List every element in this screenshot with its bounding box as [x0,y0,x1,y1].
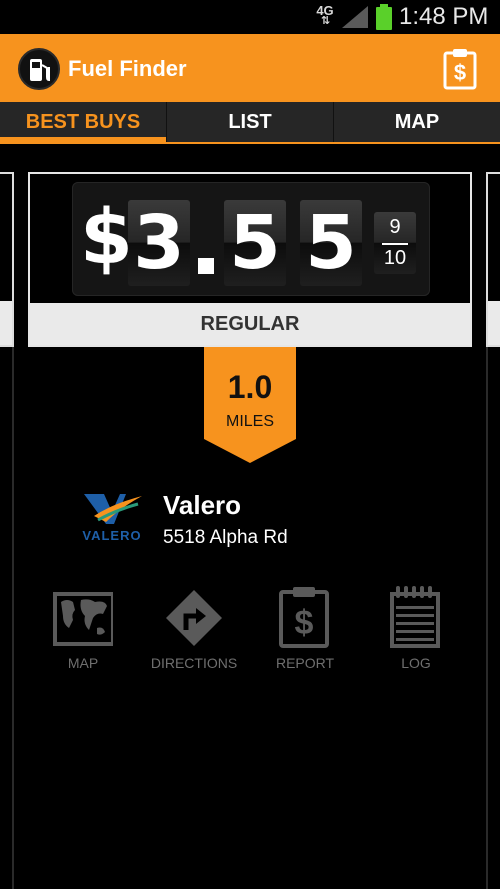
tab-best-buys[interactable]: BEST BUYS [0,102,167,142]
svg-text:$: $ [454,60,466,85]
price-fraction: 9 10 [374,212,416,274]
map-button[interactable]: MAP [28,580,138,680]
report-clipboard-icon: $ [279,587,329,648]
station-actions: MAP DIRECTIONS $ REPORT LOG [28,580,472,680]
svg-text:$: $ [295,604,314,642]
status-bar: 4G ⇅ 1:48 PM [0,0,500,34]
log-notepad-icon [390,586,440,648]
tab-list[interactable]: LIST [167,102,334,142]
next-card-peek[interactable] [486,172,500,347]
app-logo[interactable] [18,48,60,90]
price-card[interactable]: $ 3 5 5 9 10 REGULAR [28,172,472,347]
tab-bar: BEST BUYS LIST MAP [0,102,500,142]
directions-button[interactable]: DIRECTIONS [139,580,249,680]
valero-logo: VALERO [76,490,148,544]
currency-symbol: $ [80,192,133,281]
distance-value: 1.0 [227,369,273,405]
app-title: Fuel Finder [68,56,187,81]
divider-left [12,347,14,889]
report-button[interactable]: $ REPORT [250,580,360,680]
status-clock: 1:48 PM [399,3,489,30]
fraction-numerator: 9 [389,216,401,238]
station-address: 5518 Alpha Rd [163,527,288,548]
tab-divider [0,142,500,144]
distance-badge: 1.0 MILES [204,347,296,463]
price-board: $ 3 5 5 9 10 [72,182,430,296]
network-indicator: 4G ⇅ [314,4,336,27]
divider-right [486,347,488,889]
price-digit-dollars: 3 [128,200,190,286]
valero-v-icon [84,494,142,524]
price-digit-hundredths: 5 [300,200,362,286]
log-button[interactable]: LOG [361,580,471,680]
fraction-denominator: 10 [383,247,407,269]
distance-unit: MILES [225,413,274,430]
world-map-icon [53,592,113,646]
decimal-point [198,258,214,274]
action-bar: Fuel Finder $ [0,34,500,102]
battery-icon [376,4,392,30]
fuel-grade-label: REGULAR [30,303,470,345]
tab-map[interactable]: MAP [334,102,500,142]
price-digit-tenths: 5 [224,200,286,286]
previous-card-peek[interactable] [0,172,14,347]
station-name[interactable]: Valero [163,490,241,521]
signal-icon [342,6,368,28]
report-price-icon[interactable]: $ [442,48,478,90]
fuel-pump-icon [30,59,50,82]
price-display: $ 3 5 5 9 10 [30,174,470,303]
directions-icon [166,590,222,646]
